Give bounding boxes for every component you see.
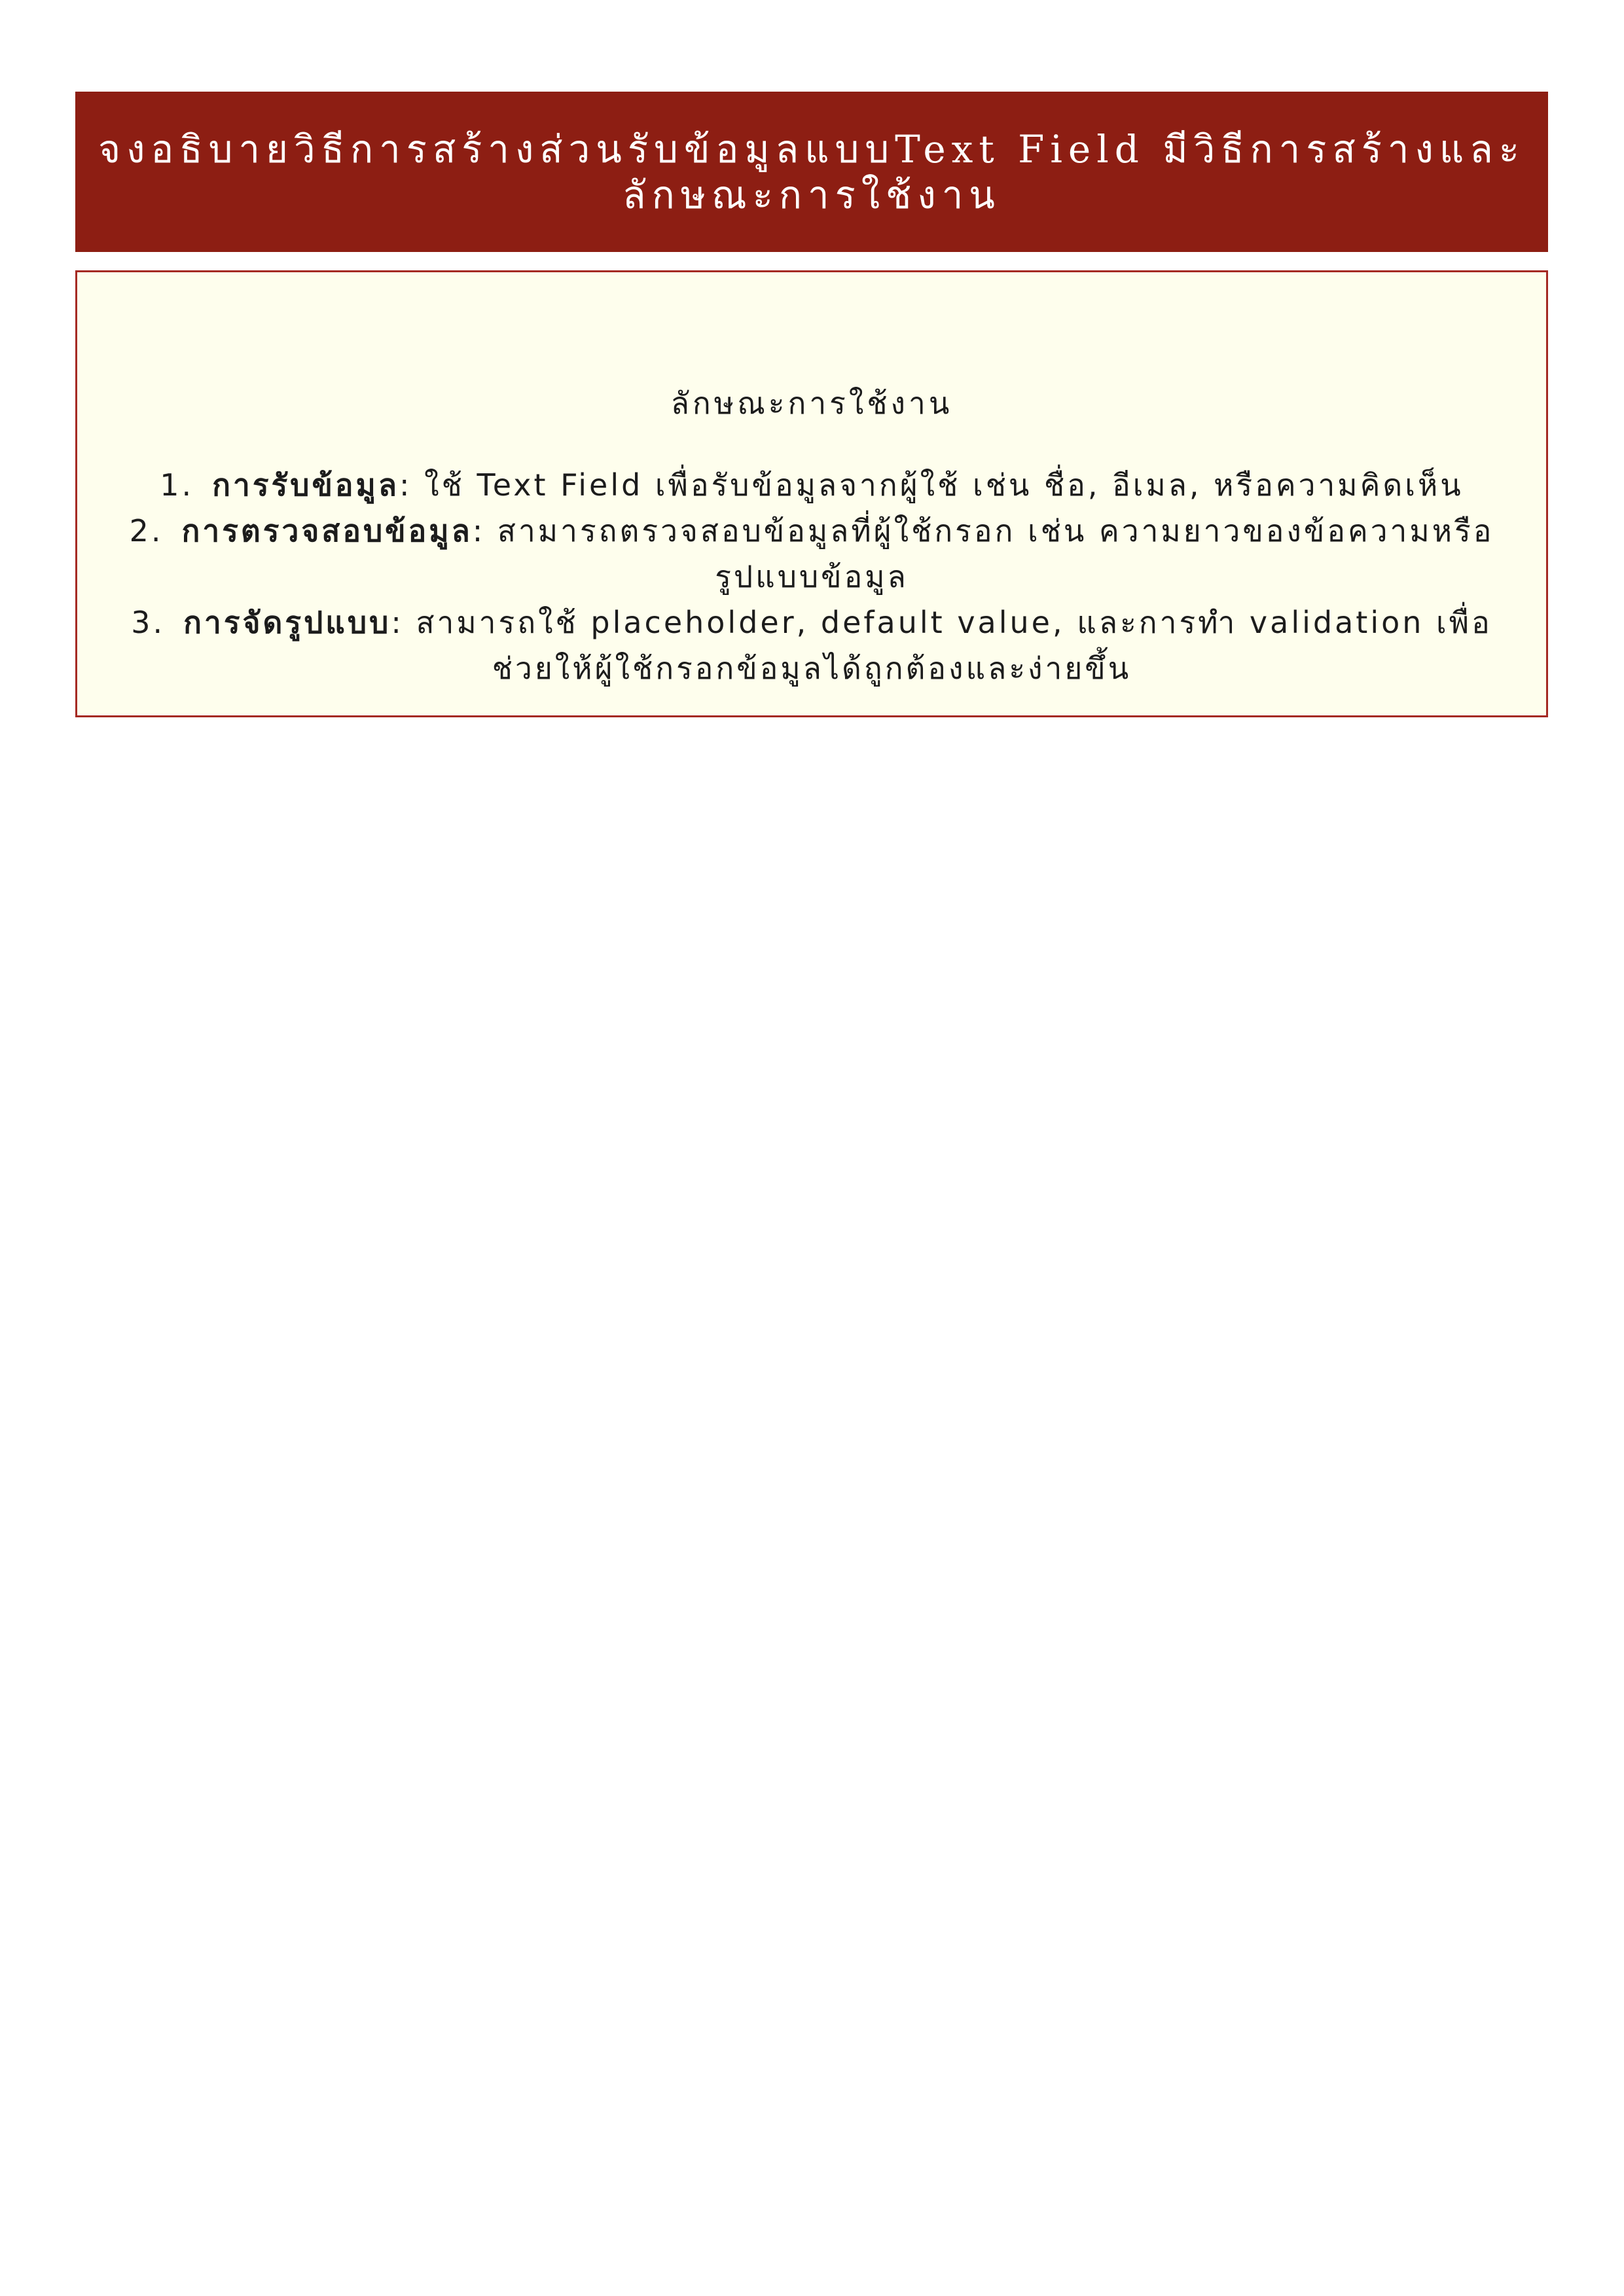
list-item: 3. การจัดรูปแบบ: สามารถใช้ placeholder, d… [103, 600, 1520, 691]
list-item-line: 1. การรับข้อมูล: ใช้ Text Field เพื่อรับข… [103, 462, 1520, 508]
content-box: ลักษณะการใช้งาน 1. การรับข้อมูล: ใช้ Text… [75, 270, 1548, 717]
list-item-line: 2. การตรวจสอบข้อมูล: สามารถตรวจสอบข้อมูลท… [103, 508, 1520, 554]
title-line-1: จงอธิบายวิธีการสร้างส่วนรับข้อมูลแบบText… [98, 126, 1525, 171]
list-item-text: : สามารถตรวจสอบข้อมูลที่ผู้ใช้กรอก เช่น … [472, 513, 1494, 548]
list-item-term: การรับข้อมูล [212, 467, 400, 503]
title-line-2: ลักษณะการใช้งาน [623, 172, 1001, 217]
list-item: 2. การตรวจสอบข้อมูล: สามารถตรวจสอบข้อมูลท… [103, 508, 1520, 600]
list-item-number: 3. [131, 605, 166, 640]
section-heading: ลักษณะการใช้งาน [670, 386, 953, 421]
list-item-text: : ใช้ Text Field เพื่อรับข้อมูลจากผู้ใช้… [399, 467, 1464, 503]
list-item-term: การตรวจสอบข้อมูล [181, 513, 473, 548]
list-item-text: : สามารถใช้ placeholder, default value, … [391, 605, 1492, 640]
list-item-continuation: รูปแบบข้อมูล [715, 559, 909, 594]
list-item-line: 3. การจัดรูปแบบ: สามารถใช้ placeholder, d… [103, 600, 1520, 645]
list-item-continuation: ช่วยให้ผู้ใช้กรอกข้อมูลได้ถูกต้องและง่าย… [492, 651, 1132, 686]
list-item-number: 2. [129, 513, 164, 548]
list-item-term: การจัดรูปแบบ [183, 605, 391, 640]
usage-list: 1. การรับข้อมูล: ใช้ Text Field เพื่อรับข… [103, 462, 1520, 691]
title-banner: จงอธิบายวิธีการสร้างส่วนรับข้อมูลแบบText… [75, 92, 1548, 252]
list-item-number: 1. [160, 467, 194, 503]
list-item: 1. การรับข้อมูล: ใช้ Text Field เพื่อรับข… [103, 462, 1520, 508]
